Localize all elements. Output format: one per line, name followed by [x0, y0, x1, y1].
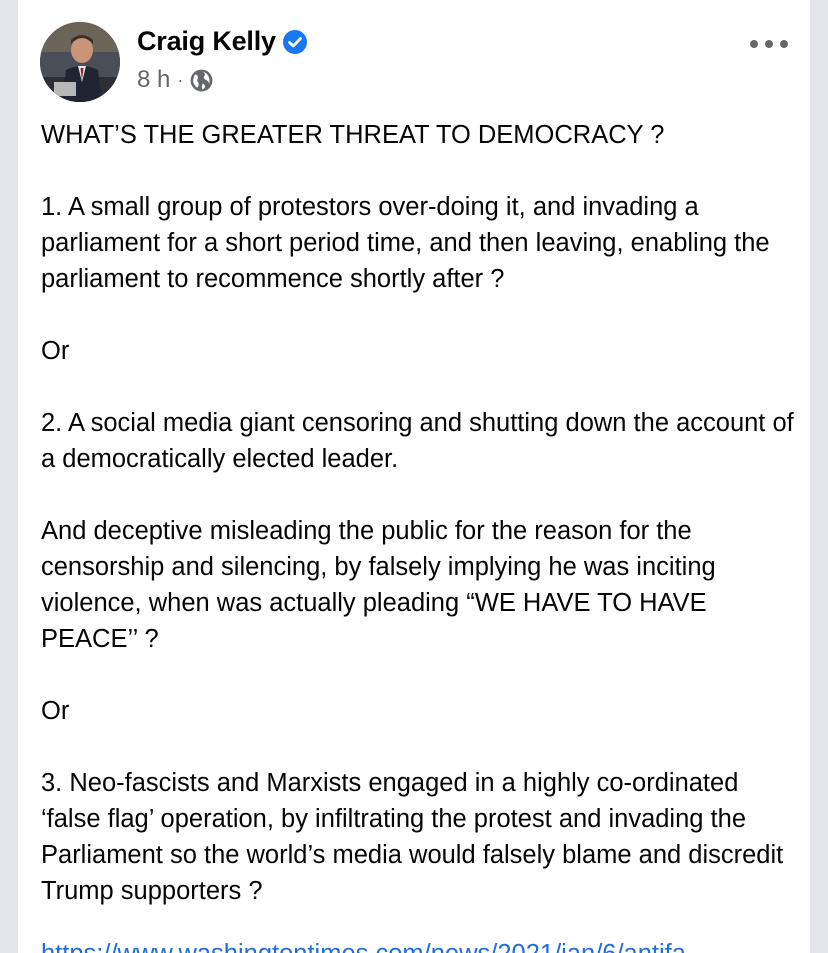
more-dot: [765, 40, 773, 48]
more-dot: [750, 40, 758, 48]
more-options-icon[interactable]: [750, 34, 788, 54]
post-heading: WHAT’S THE GREATER THREAT TO DEMOCRACY ?: [41, 121, 665, 149]
post-paragraph: 1. A small group of protestors over-doin…: [41, 193, 777, 293]
post-paragraph: Or: [41, 697, 70, 725]
meta-separator: ·: [177, 69, 184, 90]
post-paragraph: 3. Neo-fascists and Marxists engaged in …: [41, 769, 790, 905]
author-avatar[interactable]: [40, 22, 120, 102]
verified-badge-icon: [282, 29, 307, 54]
author-header: Craig Kelly: [137, 26, 308, 57]
post-paragraph: Or: [41, 337, 70, 365]
globe-icon: [190, 69, 213, 91]
more-dot: [780, 40, 788, 48]
post-time[interactable]: 8 h: [137, 66, 170, 94]
post-paragraph: And deceptive misleading the public for …: [41, 517, 723, 653]
post-meta: 8 h ·: [137, 66, 214, 94]
author-name[interactable]: Craig Kelly: [137, 26, 276, 57]
post-link[interactable]: https://www.washingtontimes.com/news/202…: [41, 940, 781, 953]
post-paragraph: 2. A social media giant censoring and sh…: [41, 409, 801, 473]
post-card: Craig Kelly 8 h · WHAT’S THE GREATER THR…: [18, 0, 810, 953]
post-body: WHAT’S THE GREATER THREAT TO DEMOCRACY ?…: [41, 117, 801, 909]
